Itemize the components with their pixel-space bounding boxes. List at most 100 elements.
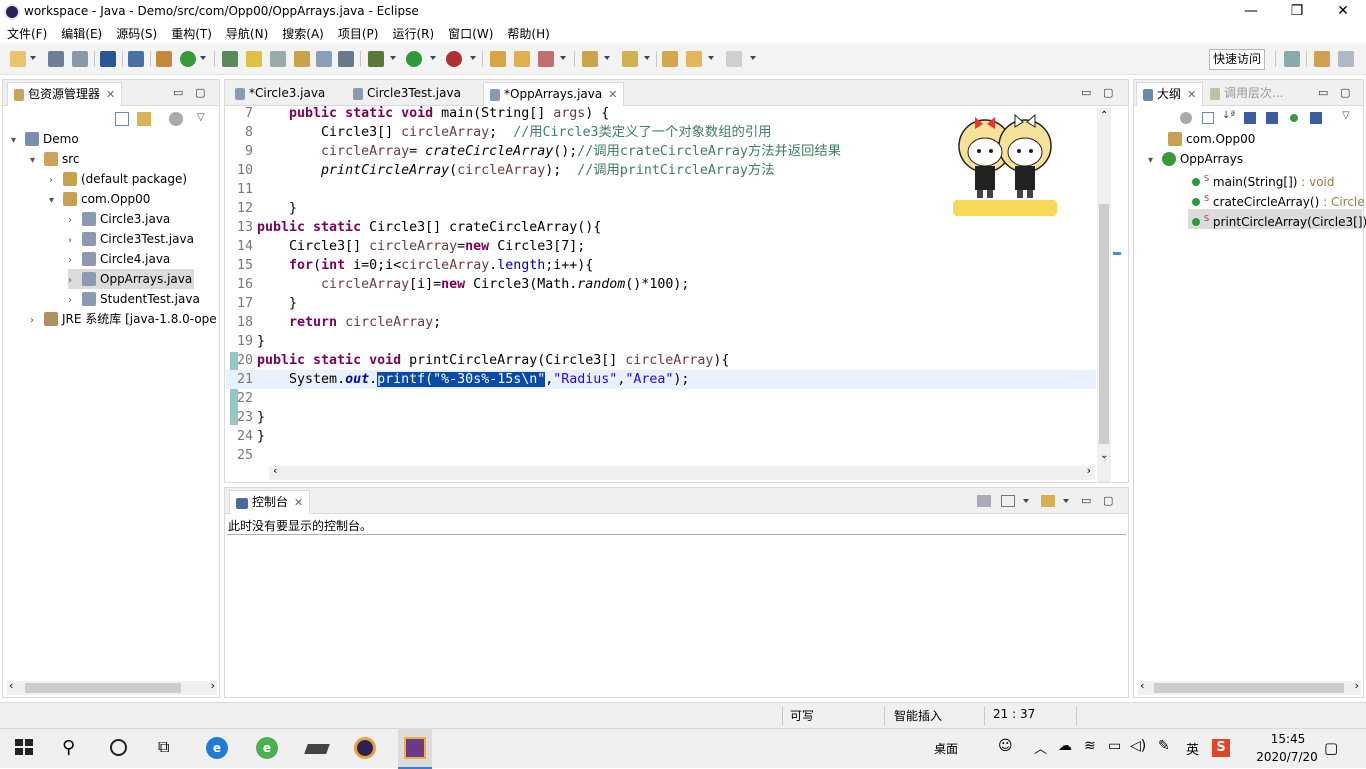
- tree-item[interactable]: › OppArrays.java: [68, 269, 195, 291]
- search-tool-icon[interactable]: [538, 51, 554, 67]
- new-java-class-icon[interactable]: [180, 51, 196, 67]
- tab-opparrays[interactable]: *OppArrays.java ✕: [483, 82, 625, 106]
- next-annotation-icon[interactable]: [582, 51, 598, 67]
- chevron-right-icon[interactable]: ›: [68, 211, 78, 231]
- people-icon[interactable]: ☺: [998, 738, 1013, 754]
- clock-date[interactable]: 2020/7/20: [1244, 750, 1330, 764]
- minimize-icon[interactable]: ▭: [173, 86, 183, 99]
- menu-project[interactable]: 项目(P): [331, 23, 386, 44]
- tree-item[interactable]: ▾ src: [30, 149, 80, 169]
- view-menu-icon[interactable]: ▽: [197, 112, 205, 123]
- hide-nonpublic-members-icon[interactable]: [1290, 114, 1298, 122]
- battery-icon[interactable]: ▭: [1108, 738, 1121, 754]
- save-all-icon[interactable]: [72, 51, 88, 67]
- vertical-scrollbar[interactable]: ⌃ ⌄: [1097, 108, 1111, 482]
- minimize-button[interactable]: —: [1228, 0, 1274, 23]
- horizontal-scrollbar[interactable]: ‹ ›: [1138, 679, 1361, 695]
- new-icon[interactable]: [10, 51, 26, 67]
- tree-item[interactable]: › JRE 系统库 [java-1.8.0-ope: [30, 309, 217, 329]
- maximize-icon[interactable]: ▢: [1340, 86, 1350, 99]
- show-source-icon[interactable]: [338, 51, 354, 67]
- block-selection-icon[interactable]: [316, 51, 332, 67]
- close-icon[interactable]: ✕: [106, 88, 115, 101]
- desktop-label[interactable]: 桌面: [934, 740, 958, 757]
- quick-access-field[interactable]: 快速访问: [1209, 49, 1265, 70]
- hide-nonpublic-icon[interactable]: [1180, 112, 1192, 124]
- open-perspective-icon[interactable]: [1284, 51, 1300, 67]
- toggle-mark-occurrences-icon[interactable]: [246, 51, 262, 67]
- chevron-down-icon[interactable]: ▾: [49, 191, 59, 211]
- search-icon[interactable]: ⚲: [62, 737, 86, 761]
- close-icon[interactable]: ✕: [294, 496, 303, 509]
- task-view-icon[interactable]: ⧉: [158, 737, 182, 761]
- tree-item[interactable]: ▾ Demo: [11, 129, 79, 149]
- chevron-down-icon[interactable]: ▾: [1148, 151, 1158, 171]
- outline-member[interactable]: S main(String[]) : void: [1192, 169, 1335, 189]
- menu-search[interactable]: 搜索(A): [275, 23, 331, 44]
- collapse-all-icon[interactable]: [115, 112, 129, 126]
- maximize-icon[interactable]: ▢: [195, 86, 205, 99]
- windows-start-icon[interactable]: [14, 737, 38, 761]
- java-ee-perspective-icon[interactable]: [1314, 51, 1330, 67]
- chevron-right-icon[interactable]: ›: [30, 311, 40, 331]
- new-java-package-icon[interactable]: [156, 51, 172, 67]
- view-menu-icon[interactable]: ▽: [1342, 110, 1350, 121]
- filter-icon[interactable]: [169, 112, 183, 126]
- show-whitespace-icon[interactable]: [294, 51, 310, 67]
- chevron-down-icon[interactable]: ▾: [11, 131, 21, 151]
- display-console-icon[interactable]: [1001, 495, 1015, 507]
- pin-console-icon[interactable]: [977, 495, 991, 507]
- tree-item[interactable]: › Circle3Test.java: [68, 229, 194, 249]
- close-button[interactable]: ✕: [1320, 0, 1366, 23]
- edge-icon[interactable]: e: [206, 737, 230, 761]
- collapse-all-icon[interactable]: [1202, 112, 1214, 124]
- hide-static-icon[interactable]: [1266, 112, 1278, 124]
- last-edit-location-icon[interactable]: [662, 51, 678, 67]
- open-console-icon[interactable]: [1041, 495, 1055, 507]
- tab-circle3test[interactable]: Circle3Test.java: [347, 82, 467, 106]
- chevron-right-icon[interactable]: ›: [68, 251, 78, 271]
- terminal-icon[interactable]: [100, 51, 116, 67]
- sort-icon[interactable]: ↓ª: [1222, 110, 1235, 121]
- previous-annotation-icon[interactable]: [622, 51, 638, 67]
- tab-call-hierarchy[interactable]: 调用层次...: [1204, 82, 1289, 106]
- tab-package-explorer[interactable]: 包资源管理器 ✕: [7, 82, 123, 106]
- toggle-breadcrumb-icon[interactable]: [270, 51, 286, 67]
- notification-icon[interactable]: ▢: [1324, 739, 1338, 757]
- hide-local-types-icon[interactable]: [1310, 112, 1322, 124]
- active-app-indicator[interactable]: [398, 729, 432, 769]
- maximize-icon[interactable]: ▢: [1103, 86, 1113, 99]
- eclipse-taskbar-icon[interactable]: [354, 737, 378, 761]
- chevron-right-icon[interactable]: ›: [68, 271, 78, 291]
- horizontal-scrollbar[interactable]: ‹ ›: [7, 679, 217, 695]
- save-icon[interactable]: [48, 51, 64, 67]
- app-icon[interactable]: [304, 737, 330, 761]
- tree-item[interactable]: ▾ com.Opp00: [49, 189, 150, 209]
- hide-fields-icon[interactable]: [1244, 112, 1256, 124]
- close-icon[interactable]: ✕: [1187, 88, 1196, 101]
- chevron-up-icon[interactable]: ︿: [1034, 738, 1047, 757]
- link-with-editor-icon[interactable]: [137, 112, 151, 126]
- minimize-icon[interactable]: ▭: [1081, 86, 1091, 99]
- open-folder-icon[interactable]: [514, 51, 530, 67]
- java-perspective-icon[interactable]: [1338, 51, 1354, 67]
- close-icon[interactable]: ✕: [608, 88, 617, 101]
- tree-item[interactable]: › StudentTest.java: [68, 289, 200, 309]
- wifi-icon[interactable]: ≋: [1084, 738, 1096, 754]
- menu-source[interactable]: 源码(S): [109, 23, 164, 44]
- outline-package[interactable]: com.Opp00: [1168, 129, 1255, 149]
- chevron-right-icon[interactable]: ›: [68, 231, 78, 251]
- clock-time[interactable]: 15:45: [1258, 732, 1318, 746]
- minimize-icon[interactable]: ▭: [1081, 494, 1091, 507]
- menu-window[interactable]: 窗口(W): [441, 23, 500, 44]
- maximize-button[interactable]: ❐: [1274, 0, 1320, 23]
- tab-circle3[interactable]: *Circle3.java: [229, 82, 331, 106]
- code-editor[interactable]: 7 public static void main(String[] args)…: [226, 104, 1096, 464]
- ime-indicator[interactable]: 英: [1186, 739, 1199, 758]
- debug-icon[interactable]: [368, 51, 384, 67]
- chevron-right-icon[interactable]: ›: [49, 171, 59, 191]
- outline-member[interactable]: S printCircleArray(Circle3[]): [1188, 209, 1366, 229]
- chevron-down-icon[interactable]: ▾: [30, 151, 40, 171]
- menu-navigate[interactable]: 导航(N): [219, 23, 275, 44]
- editor-horizontal-scrollbar[interactable]: ‹ ›: [269, 464, 1095, 480]
